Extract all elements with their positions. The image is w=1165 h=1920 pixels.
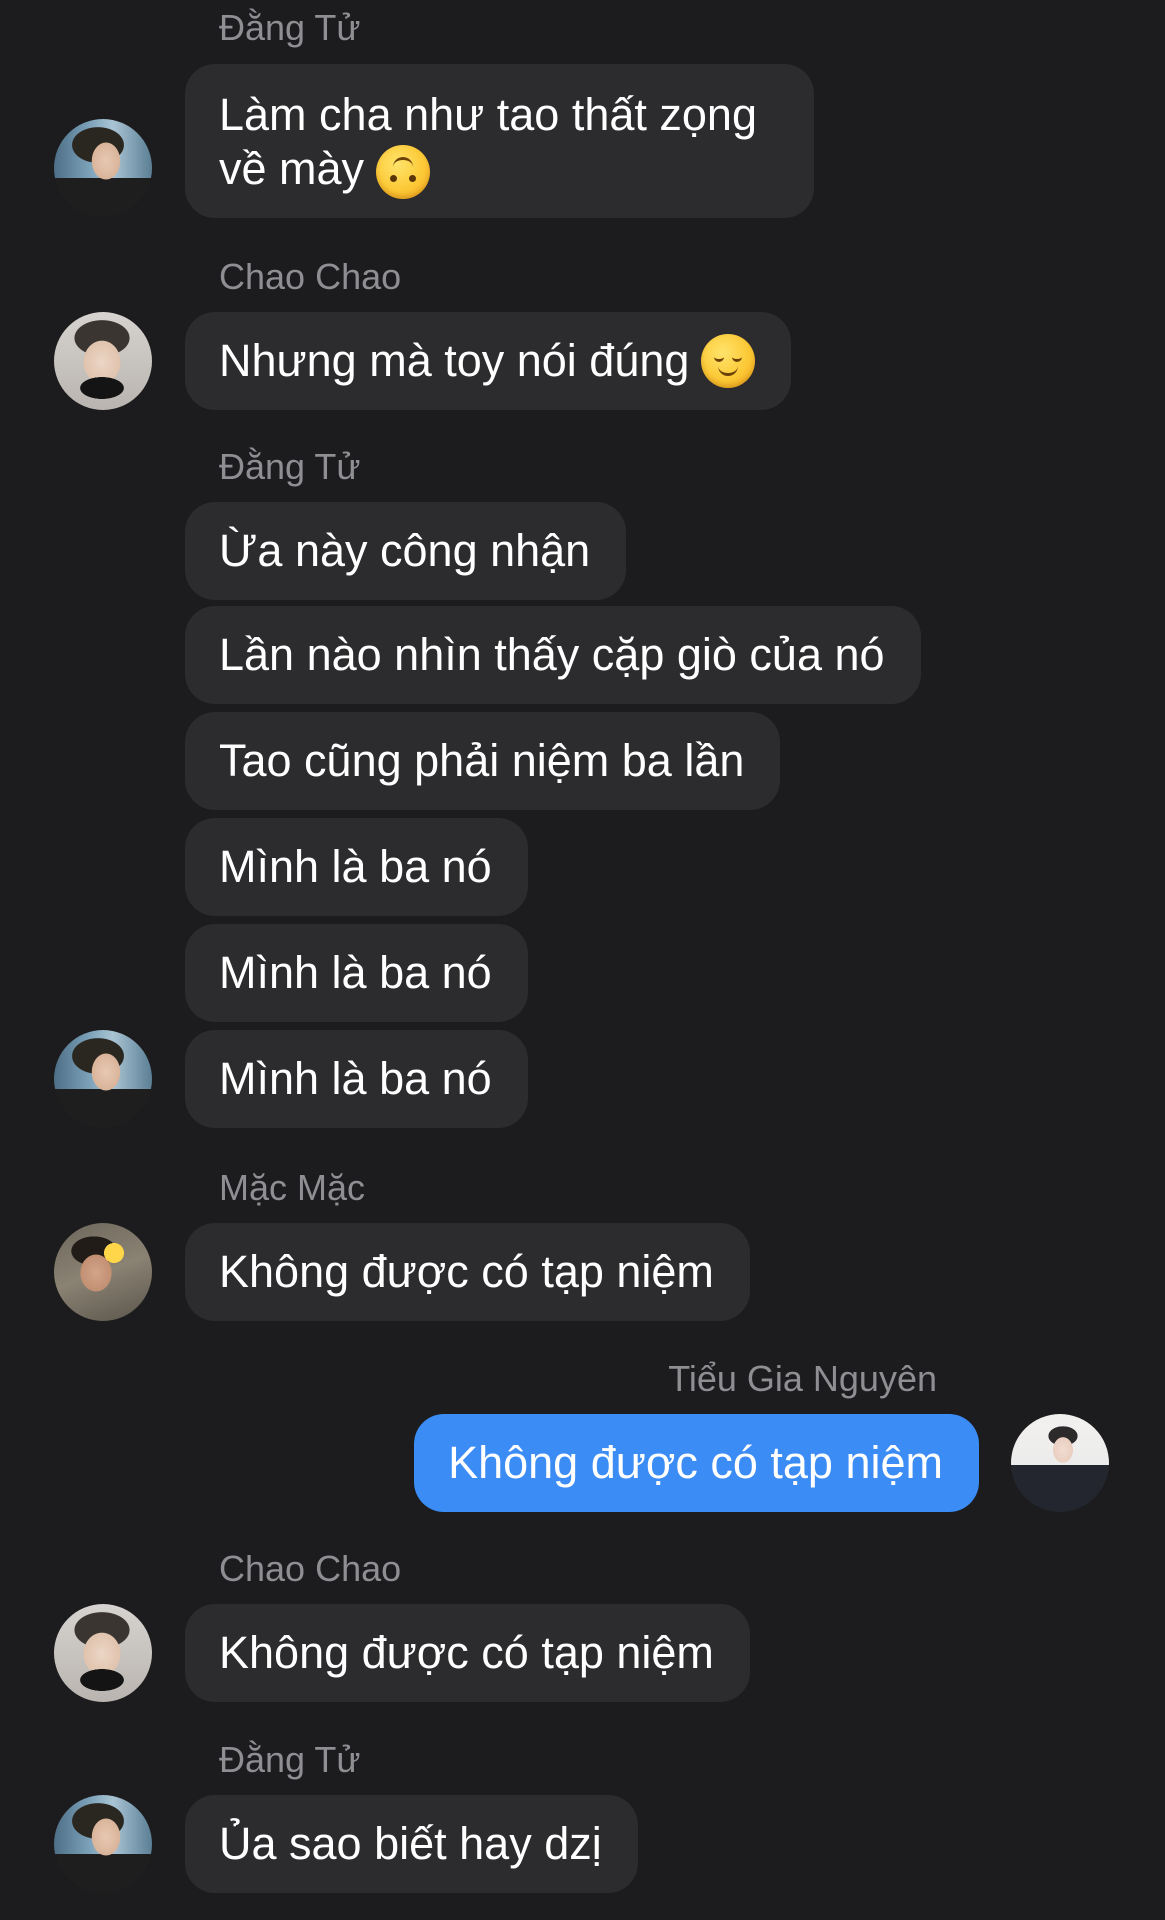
message-bubble[interactable]: Không được có tạp niệm [185,1604,750,1702]
avatar[interactable] [54,1604,152,1702]
relieved-face-emoji [701,334,756,388]
message-bubble[interactable]: Ủa sao biết hay dzị [185,1795,638,1893]
sender-name: Đằng Tử [219,1739,361,1780]
avatar[interactable] [54,1223,152,1321]
message-bubble[interactable]: Tao cũng phải niệm ba lần [185,712,781,810]
sender-name: Đằng Tử [219,446,361,487]
message-text: Tao cũng phải niệm ba lần [219,735,745,786]
sender-name: Chao Chao [219,1548,402,1589]
message-text: Mình là ba nó [219,947,492,998]
chat-thread[interactable]: Đằng Tử Làm cha như tao thất zọng về mày… [0,0,1165,1920]
avatar[interactable] [54,1795,152,1893]
sender-name: Chao Chao [219,256,402,297]
message-text: Không được có tạp niệm [219,1627,714,1678]
message-text: Ừa này công nhận [219,525,591,576]
message-text: Mình là ba nó [219,841,492,892]
message-bubble[interactable]: Mình là ba nó [185,924,528,1022]
message-text: Nhưng mà toy nói đúng [219,335,690,386]
message-bubble[interactable]: Lần nào nhìn thấy cặp giò của nó [185,606,921,704]
message-bubble-outgoing[interactable]: Không được có tạp niệm [414,1414,979,1512]
message-bubble[interactable]: Mình là ba nó [185,1030,528,1128]
message-text: Không được có tạp niệm [219,1246,714,1297]
message-text: Không được có tạp niệm [448,1437,943,1488]
message-bubble[interactable]: Không được có tạp niệm [185,1223,750,1321]
message-text: Lần nào nhìn thấy cặp giò của nó [219,629,885,680]
message-bubble[interactable]: Làm cha như tao thất zọng về mày [185,64,814,218]
message-text: Ủa sao biết hay dzị [219,1818,602,1869]
message-text: Mình là ba nó [219,1053,492,1104]
avatar[interactable] [54,119,152,217]
avatar[interactable] [54,1030,152,1128]
sender-name: Tiểu Gia Nguyên [668,1358,937,1399]
message-bubble[interactable]: Mình là ba nó [185,818,528,916]
upside-down-face-emoji [376,145,431,200]
message-text: Làm cha như tao thất zọng về mày [219,89,757,194]
avatar[interactable] [1011,1414,1109,1512]
sender-name: Mặc Mặc [219,1167,366,1208]
message-bubble[interactable]: Nhưng mà toy nói đúng [185,312,792,410]
message-bubble[interactable]: Ừa này công nhận [185,502,627,600]
avatar[interactable] [54,312,152,410]
sender-name: Đằng Tử [219,7,361,48]
